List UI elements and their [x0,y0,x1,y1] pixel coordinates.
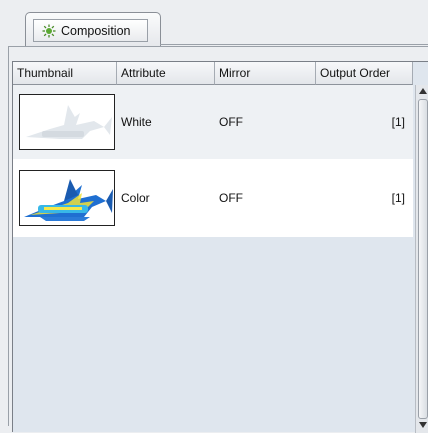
composition-icon [41,23,57,39]
attribute-cell: White [121,115,152,129]
table-row[interactable]: White OFF [1] [13,85,413,159]
column-header-attribute[interactable]: Attribute [117,62,215,85]
color-marlin-thumbnail [19,170,115,226]
mirror-cell: OFF [219,191,243,205]
column-header-thumbnail[interactable]: Thumbnail [13,62,117,85]
column-header-mirror[interactable]: Mirror [215,62,316,85]
thumbnail-cell [13,170,117,226]
table-header: Thumbnail Attribute Mirror Output Order [13,62,413,85]
thumbnail-cell [13,94,117,150]
white-marlin-thumbnail [19,94,115,150]
vertical-scrollbar[interactable] [415,85,428,433]
output-order-cell: [1] [391,191,405,205]
scrollbar-thumb[interactable] [418,99,428,419]
table-row[interactable]: Color OFF [1] [13,159,413,237]
mirror-cell: OFF [219,115,243,129]
scroll-up-arrow-icon[interactable] [419,87,427,95]
tab-divider [160,44,428,45]
tab-composition-button[interactable]: Composition [33,19,148,42]
composition-table: Thumbnail Attribute Mirror Output Order … [12,61,428,433]
column-header-output-order[interactable]: Output Order [316,62,413,85]
output-order-cell: [1] [391,115,405,129]
tab-label: Composition [61,23,131,38]
tab-composition[interactable]: Composition [25,12,161,46]
attribute-cell: Color [121,191,150,205]
scroll-down-arrow-icon[interactable] [419,421,427,429]
